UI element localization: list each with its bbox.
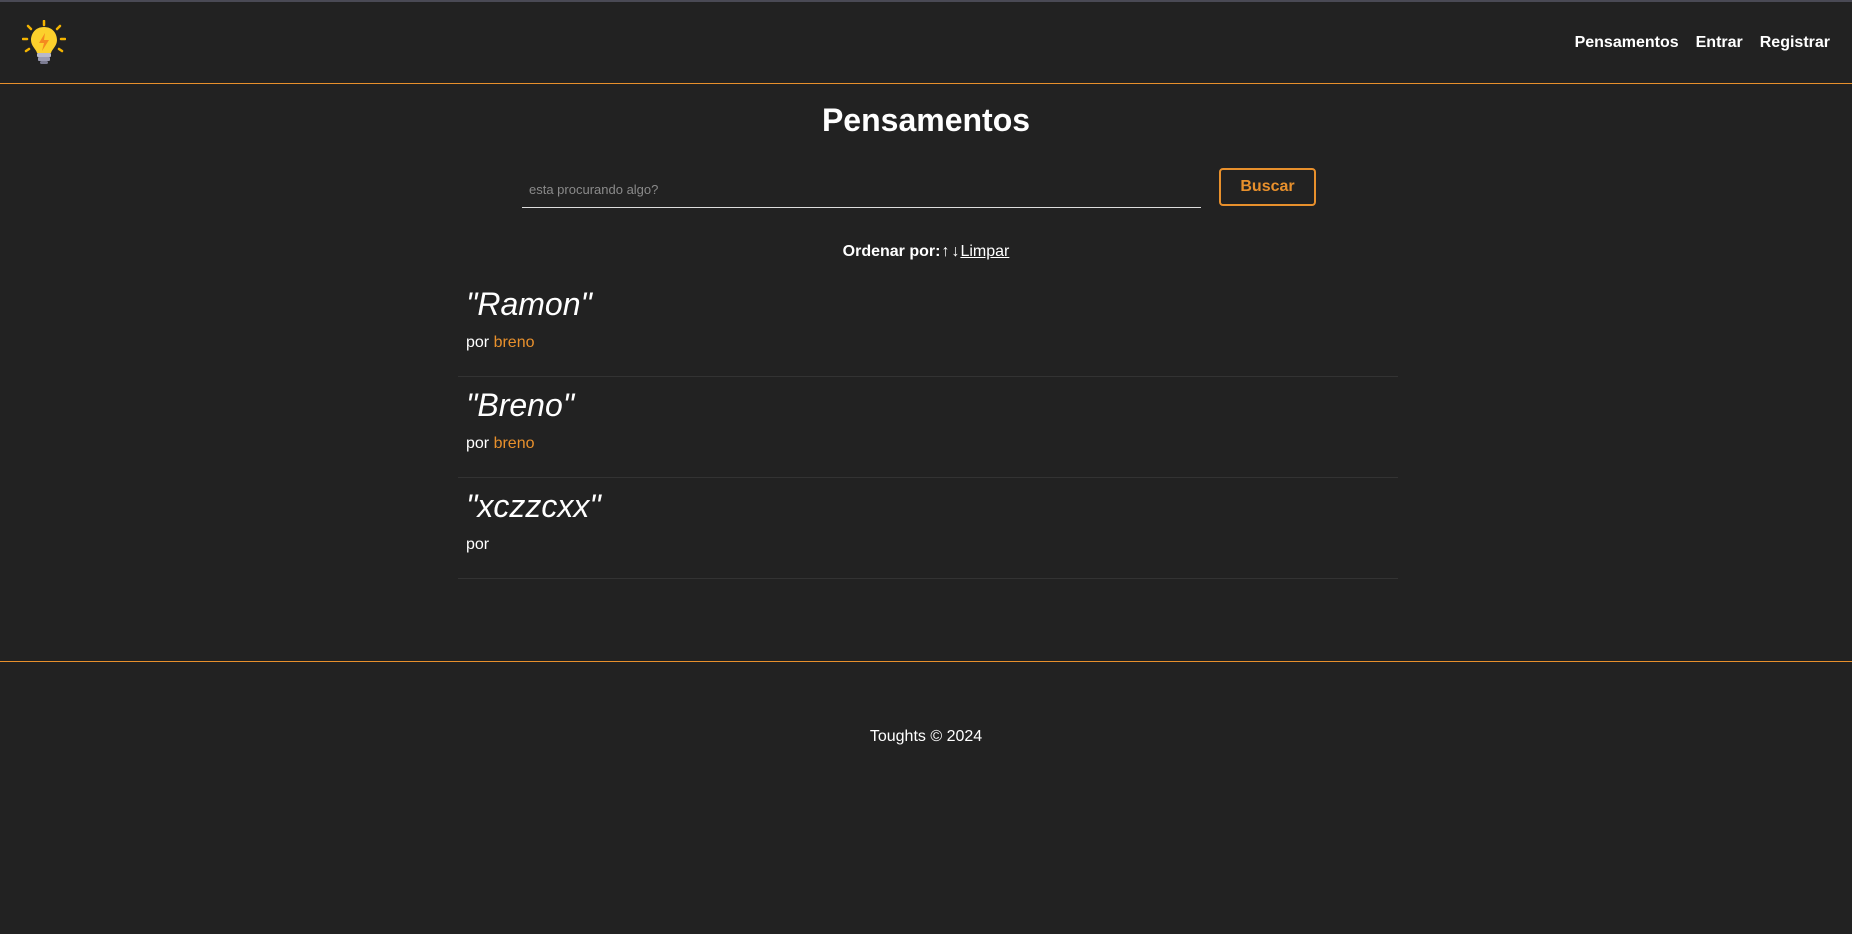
thought-byline: por breno [466, 334, 535, 352]
byline-label: por [466, 435, 490, 452]
lightbulb-icon[interactable] [21, 19, 67, 66]
search-input[interactable] [522, 172, 1201, 208]
nav-link-registrar[interactable]: Registrar [1760, 34, 1830, 52]
thought-list: "Ramon" por breno "Breno" por breno "xcz… [458, 276, 1398, 579]
thought-item: "Breno" por breno [458, 377, 1398, 478]
byline-label: por [466, 536, 490, 553]
thought-text: "Ramon" [466, 286, 592, 322]
author-link[interactable]: breno [494, 435, 535, 452]
footer-copyright: Toughts © 2024 [869, 728, 983, 745]
thought-item: "xczzcxx" por [458, 478, 1398, 579]
sort-ascending-icon[interactable]: ↑ [940, 243, 950, 260]
order-bar: Ordenar por:↑ ↓Limpar [0, 243, 1852, 261]
byline-label: por [466, 334, 490, 351]
page-title: Pensamentos [821, 102, 1031, 138]
thought-item: "Ramon" por breno [458, 276, 1398, 377]
main-nav: Pensamentos Entrar Registrar [1575, 34, 1830, 52]
search-form: Buscar [522, 168, 1317, 208]
thought-byline: por breno [466, 435, 535, 453]
site-footer: Toughts © 2024 [0, 661, 1852, 934]
site-header: Pensamentos Entrar Registrar [0, 2, 1852, 84]
sort-descending-icon[interactable]: ↓ [950, 243, 960, 260]
order-label: Ordenar por: [842, 243, 941, 260]
thought-byline: por [466, 536, 489, 554]
thought-text: "xczzcxx" [466, 488, 601, 524]
nav-link-entrar[interactable]: Entrar [1696, 34, 1743, 52]
author-link[interactable]: breno [494, 334, 535, 351]
nav-link-pensamentos[interactable]: Pensamentos [1575, 34, 1679, 52]
thought-text: "Breno" [466, 387, 575, 423]
clear-order-link[interactable]: Limpar [960, 243, 1009, 260]
search-button[interactable]: Buscar [1219, 168, 1316, 206]
